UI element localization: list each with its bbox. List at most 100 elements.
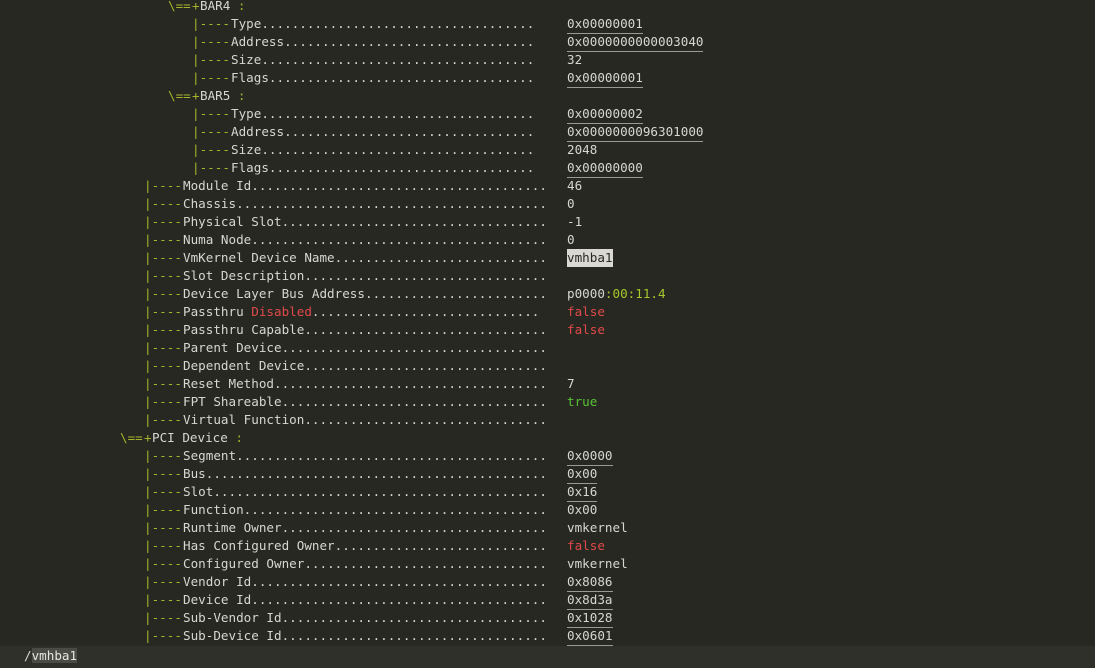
- tree-connector: |----: [144, 214, 182, 229]
- leader-dots: .................................: [284, 34, 535, 49]
- property-value: false: [567, 538, 605, 553]
- property-label: Sub-Vendor Id...........................…: [183, 609, 567, 627]
- leader-dots: .......................................: [251, 232, 547, 247]
- property-value: 0x16: [567, 483, 598, 502]
- tree-connector: \==: [168, 88, 191, 103]
- property-label: Configured Owner........................…: [183, 555, 567, 573]
- property-value: 0x8086: [567, 573, 613, 592]
- tree-connector: |----: [192, 70, 230, 85]
- property-label: Dependent Device........................…: [183, 357, 567, 375]
- property-value: false: [567, 322, 605, 337]
- tree-section-row: \== + BAR5 :: [0, 87, 1095, 105]
- tree-connector: |----: [192, 106, 230, 121]
- property-row: |---- Virtual Function...................…: [0, 411, 1095, 429]
- property-label: Segment.................................…: [183, 447, 567, 465]
- property-value: 0x00000001: [567, 15, 643, 34]
- property-label: Size....................................: [231, 51, 567, 69]
- property-row: |---- Type...............................…: [0, 15, 1095, 34]
- leader-dots: ...................................: [281, 214, 547, 229]
- property-value: 0: [567, 196, 575, 211]
- tree-connector: |----: [144, 574, 182, 589]
- search-term: vmhba1: [31, 648, 78, 663]
- property-value: vmhba1: [567, 249, 613, 267]
- property-value: vmkernel: [567, 556, 628, 571]
- property-label: Function................................…: [183, 501, 567, 519]
- property-label: Type....................................: [231, 105, 567, 123]
- tree-connector: |----: [192, 142, 230, 157]
- property-label: Passthru Capable........................…: [183, 321, 567, 339]
- property-value: p0000:00:11.4: [567, 286, 666, 301]
- property-label: Chassis.................................…: [183, 195, 567, 213]
- leader-dots: ........................: [364, 286, 547, 301]
- property-value: 0x0000: [567, 447, 613, 466]
- property-value: 0x0000000096301000: [567, 123, 704, 142]
- property-row: |---- Physical Slot......................…: [0, 213, 1095, 231]
- leader-dots: ................................: [304, 412, 547, 427]
- tree-expander[interactable]: +: [192, 0, 200, 15]
- leader-dots: ................................: [304, 322, 547, 337]
- property-value: true: [567, 394, 598, 409]
- status-bar[interactable]: /vmhba1: [0, 646, 1095, 668]
- property-row: |---- Device Id..........................…: [0, 591, 1095, 610]
- leader-dots: .......................................: [251, 592, 547, 607]
- property-row: |---- Size...............................…: [0, 51, 1095, 69]
- leader-dots: ................................: [304, 268, 547, 283]
- tree-connector: |----: [144, 340, 182, 355]
- property-value: 0x00000001: [567, 69, 643, 88]
- leader-dots: ...................................: [268, 70, 535, 85]
- property-label: Has Configured Owner....................…: [183, 537, 567, 555]
- leader-dots: ...................................: [281, 628, 547, 643]
- property-label: Address.................................: [231, 33, 567, 51]
- tree-connector: |----: [144, 448, 182, 463]
- section-colon: :: [230, 88, 246, 103]
- tree-connector: |----: [144, 538, 182, 553]
- tree-connector: |----: [144, 502, 182, 517]
- property-value: 7: [567, 376, 575, 391]
- tree-section-row: \== + BAR4 :: [0, 0, 1095, 15]
- tree-connector: \==: [168, 0, 191, 13]
- tree-expander[interactable]: +: [144, 429, 152, 447]
- leader-dots: ........................................…: [236, 196, 547, 211]
- property-row: |---- Size...............................…: [0, 141, 1095, 159]
- section-title: BAR4 :: [200, 0, 246, 13]
- tree-connector: |----: [144, 232, 182, 247]
- property-label: Address.................................: [231, 123, 567, 141]
- property-row: |---- Numa Node..........................…: [0, 231, 1095, 249]
- search-prompt[interactable]: /vmhba1: [24, 647, 78, 665]
- property-label: Size....................................: [231, 141, 567, 159]
- tree-connector: |----: [144, 304, 182, 319]
- leader-dots: ...................................: [281, 340, 547, 355]
- property-value: 0x8d3a: [567, 591, 613, 610]
- property-value: 0x1028: [567, 609, 613, 628]
- property-label: Parent Device...........................…: [183, 339, 567, 357]
- leader-dots: ....................................: [261, 106, 535, 121]
- tree-connector: |----: [144, 520, 182, 535]
- property-row: |---- Parent Device......................…: [0, 339, 1095, 357]
- property-value: 32: [567, 52, 583, 67]
- leader-dots: ............................: [334, 250, 547, 265]
- property-row: |---- Type...............................…: [0, 105, 1095, 124]
- property-label: Sub-Device Id...........................…: [183, 627, 567, 645]
- property-label: Flags...................................: [231, 69, 567, 87]
- tree-connector: |----: [192, 160, 230, 175]
- property-row: |---- Flags..............................…: [0, 69, 1095, 88]
- property-row: |---- Device Layer Bus Address...........…: [0, 285, 1095, 303]
- tree-connector: |----: [144, 592, 182, 607]
- property-value: 0x00: [567, 502, 598, 517]
- property-row: |---- Function...........................…: [0, 501, 1095, 519]
- property-value: 46: [567, 178, 583, 193]
- tree-connector: |----: [144, 610, 182, 625]
- property-label: Runtime Owner...........................…: [183, 519, 567, 537]
- tree-connector: |----: [144, 322, 182, 337]
- tree-expander[interactable]: +: [192, 87, 200, 105]
- leader-dots: ...................................: [268, 160, 535, 175]
- tree-connector: |----: [144, 466, 182, 481]
- tree-connector: |----: [144, 358, 182, 373]
- property-value: 0: [567, 232, 575, 247]
- property-value: 0x00: [567, 465, 598, 484]
- terminal-output[interactable]: \== + BAR4 : |---- Type.....................…: [0, 0, 1095, 646]
- tree-connector: |----: [144, 394, 182, 409]
- property-row: |---- Vendor Id..........................…: [0, 573, 1095, 592]
- property-value: vmkernel: [567, 520, 628, 535]
- property-row: |---- Reset Method.......................…: [0, 375, 1095, 393]
